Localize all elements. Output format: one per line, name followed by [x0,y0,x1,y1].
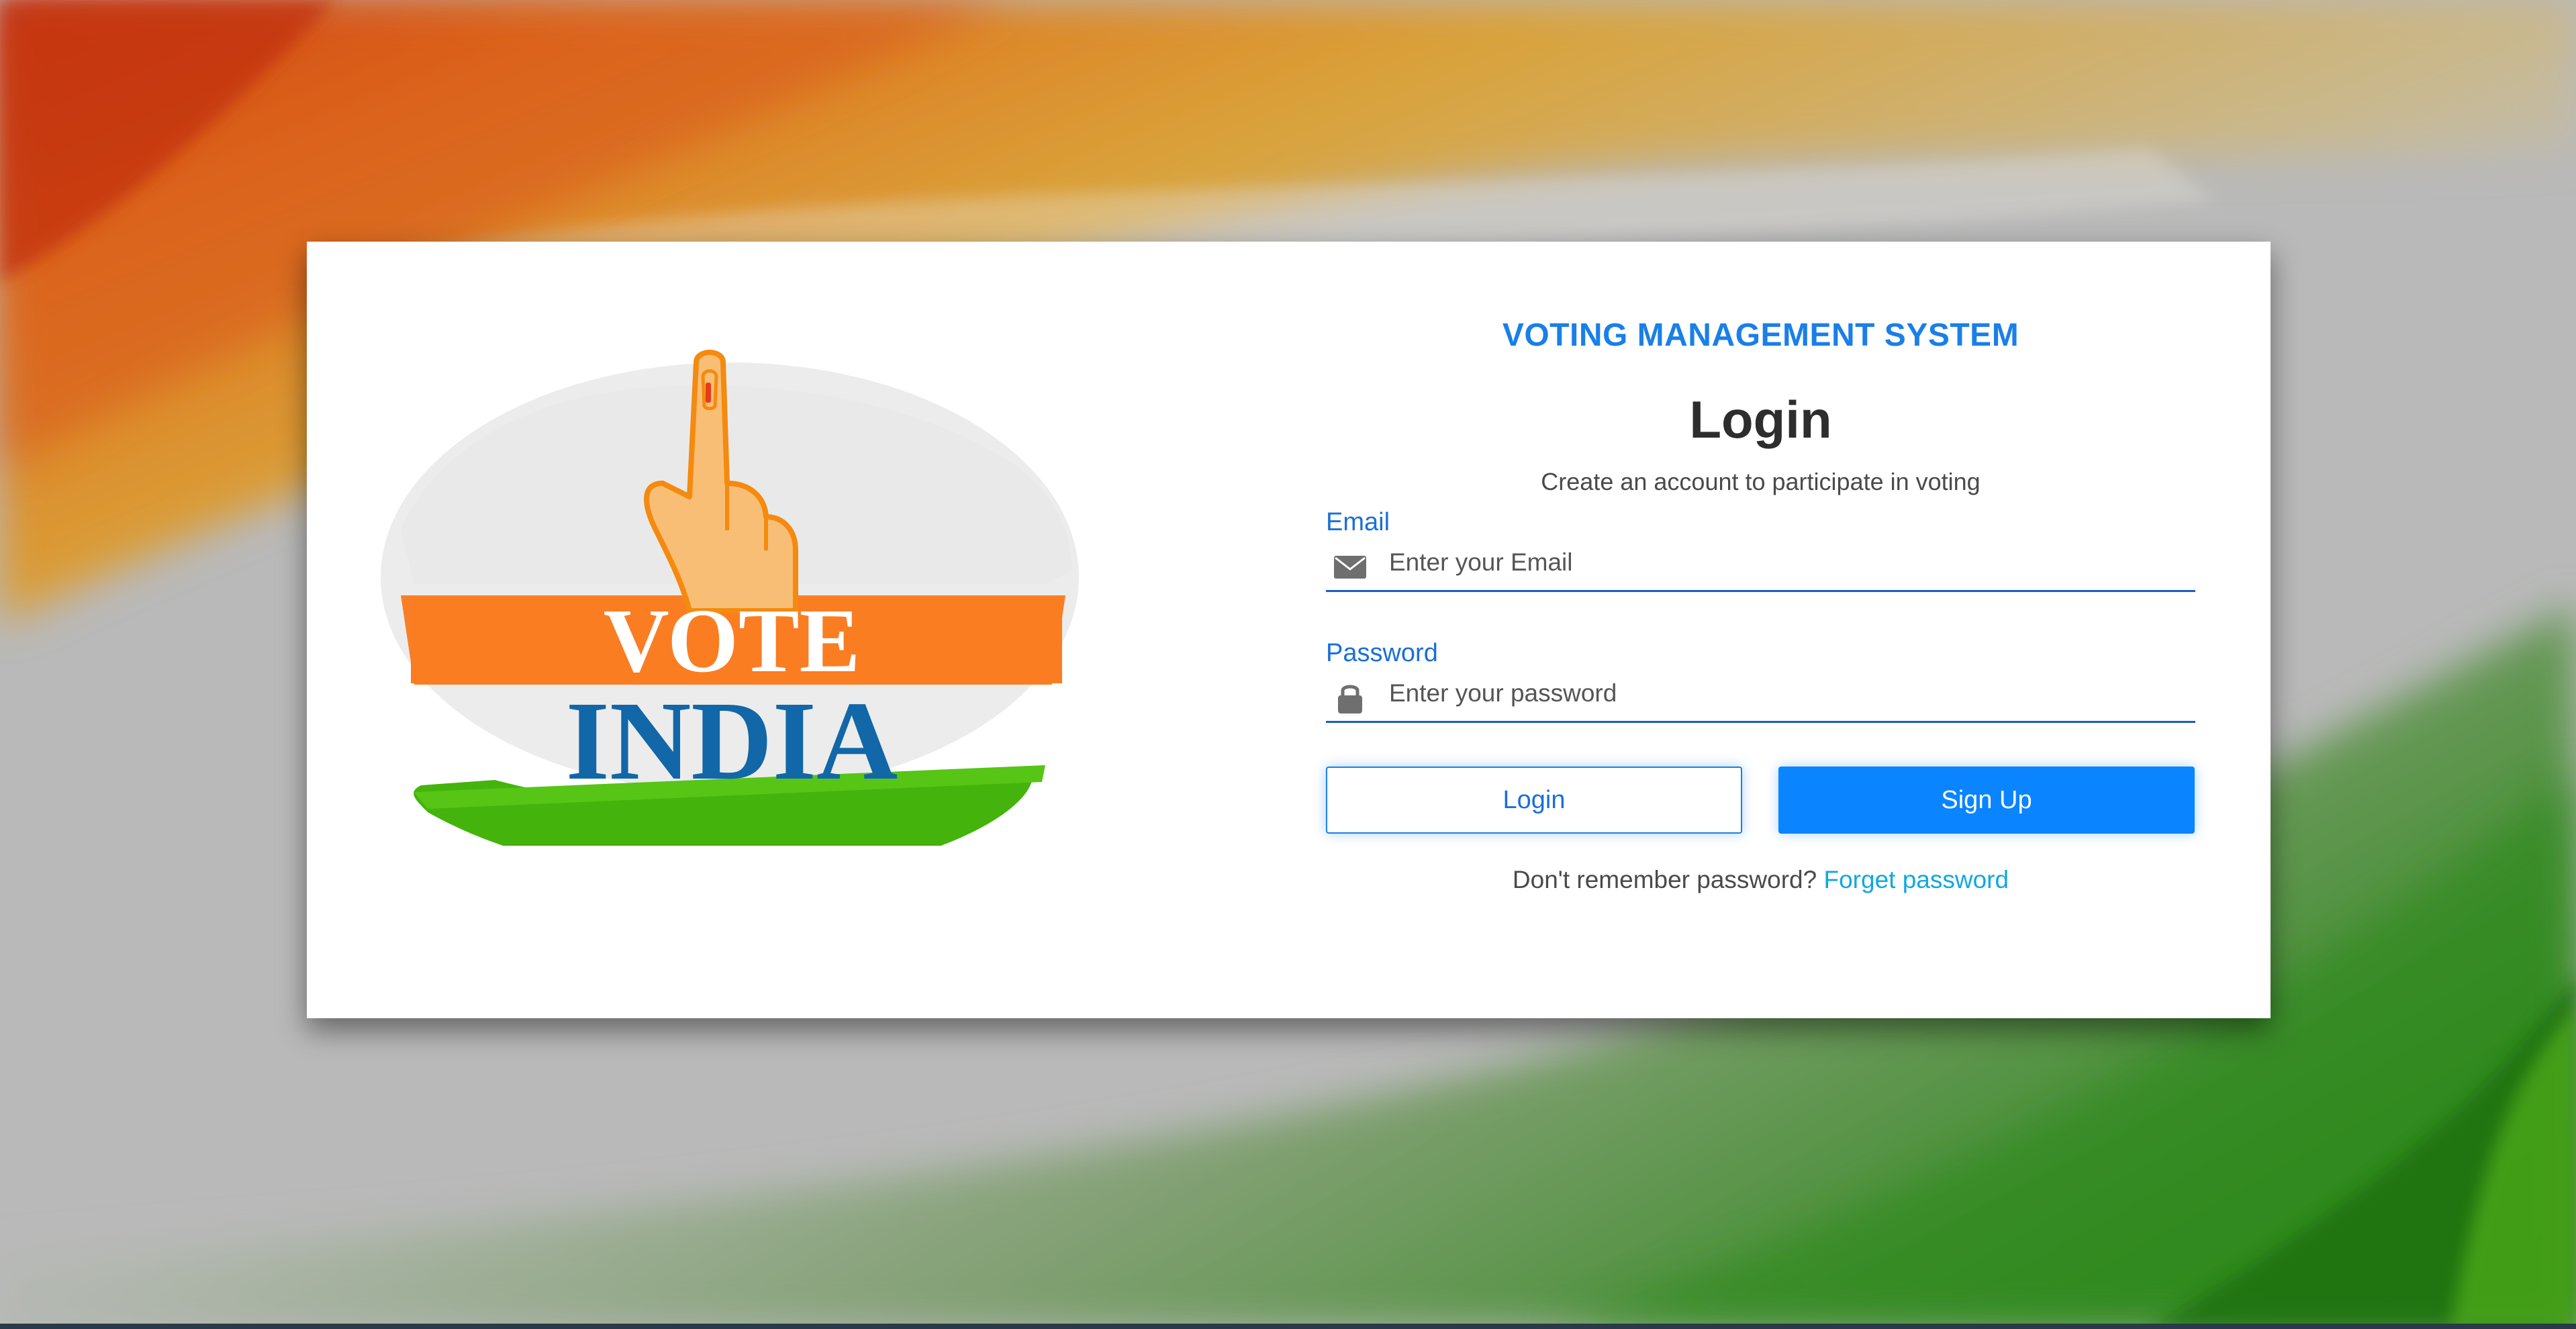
vote-india-logo: VOTE INDIA [374,329,1086,876]
password-label: Password [1326,639,1438,667]
logo-vote-text: VOTE [604,591,861,691]
forgot-password-row: Don't remember password? Forget password [1326,866,2195,894]
password-input[interactable] [1389,673,2181,713]
email-input[interactable] [1389,542,2181,583]
bottom-edge [0,1324,2576,1329]
email-field-container [1326,537,2195,592]
login-form-panel: VOTING MANAGEMENT SYSTEM Login Create an… [1326,242,2195,1018]
page-subtitle: Create an account to participate in voti… [1541,468,1981,495]
logo-india-text: INDIA [566,679,898,803]
forgot-password-link[interactable]: Forget password [1824,866,2009,893]
system-title: VOTING MANAGEMENT SYSTEM [1502,317,2019,353]
password-field-container [1326,668,2195,723]
lock-icon [1333,680,1368,715]
sign-up-button[interactable]: Sign Up [1778,767,2195,834]
page-title: Login [1689,390,1832,449]
envelope-icon [1333,549,1368,584]
email-label: Email [1326,508,1390,536]
login-card: VOTE INDIA VOTING MANAGEMENT SYSTEM Logi… [307,242,2271,1018]
forgot-password-prompt: Don't remember password? [1512,866,1817,893]
login-button[interactable]: Login [1326,767,1742,834]
